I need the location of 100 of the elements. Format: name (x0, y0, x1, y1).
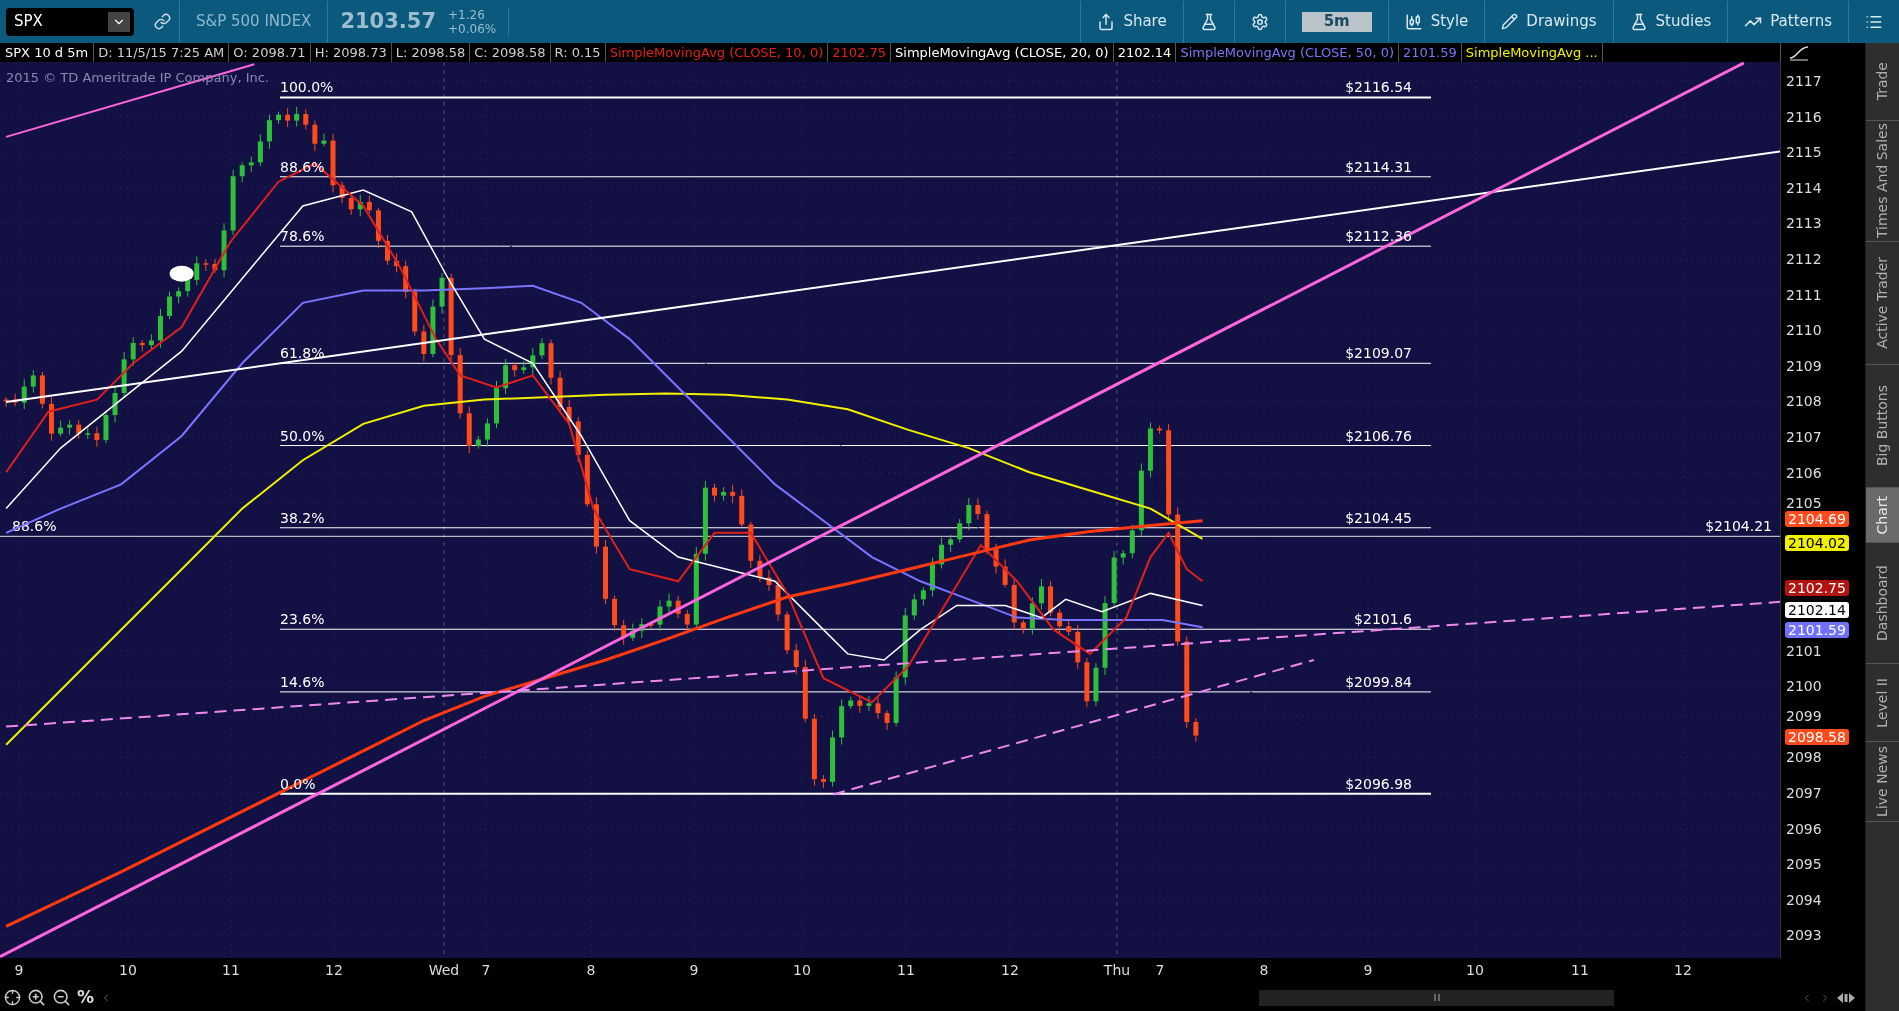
candlestick (512, 362, 518, 378)
percent-button[interactable]: % (77, 984, 95, 1011)
price-tick: 2096 (1786, 820, 1822, 837)
symbol-field[interactable]: SPX (6, 7, 134, 36)
candlestick (339, 181, 345, 204)
percent-change: +0.06% (448, 21, 497, 36)
fibonacci-percent: 61.8% (280, 345, 325, 362)
candlestick (230, 169, 236, 236)
candlestick (1029, 596, 1035, 636)
side-tab[interactable]: Trade (1866, 43, 1899, 121)
candlestick (412, 288, 418, 337)
grip-icon[interactable] (1433, 994, 1440, 1001)
aggregation-button[interactable]: 5m (1301, 11, 1372, 32)
candlestick (775, 578, 781, 622)
candlestick (975, 497, 981, 521)
candlestick (203, 258, 209, 272)
candlestick (385, 234, 390, 266)
candlestick-icon (1404, 12, 1423, 31)
candlestick (821, 774, 826, 789)
candlestick (1093, 662, 1099, 707)
candlestick (875, 696, 881, 720)
candlestick (157, 308, 163, 349)
candlestick (357, 194, 363, 217)
fibonacci-price: $2104.45 (1345, 509, 1412, 526)
price-tick: 2100 (1786, 678, 1822, 695)
time-label: 8 (586, 962, 596, 978)
link-icon (154, 13, 171, 30)
candlestick (276, 111, 282, 125)
time-label: Wed (428, 962, 460, 978)
price-tick: 2116 (1786, 108, 1822, 125)
candlestick (294, 106, 300, 127)
drawings-button[interactable]: Drawings (1484, 0, 1613, 43)
candlestick (494, 380, 499, 429)
candlestick (1147, 422, 1153, 478)
price-badge: 2101.59 (1785, 621, 1849, 638)
candlestick (612, 595, 618, 632)
candlestick (730, 484, 736, 504)
crosshair-icon[interactable] (4, 989, 21, 1006)
side-tab[interactable]: Chart (1866, 488, 1899, 543)
price-tick: 2110 (1786, 322, 1822, 339)
candlestick (884, 709, 890, 731)
candlestick (257, 133, 263, 167)
price-tick: 2106 (1786, 464, 1822, 481)
candlestick (148, 333, 154, 350)
time-label: 11 (1571, 962, 1589, 978)
side-tab[interactable]: Live News (1866, 742, 1899, 822)
candlestick (248, 156, 254, 173)
side-tab[interactable]: Active Trader (1866, 242, 1899, 365)
candlestick (603, 539, 608, 605)
line-label: 88.6% (12, 518, 57, 535)
fibonacci-price: $2096.98 (1345, 775, 1412, 792)
candlestick (593, 496, 599, 555)
candlestick (321, 133, 327, 147)
candlestick (375, 207, 381, 249)
zoom-out-icon[interactable] (52, 988, 71, 1007)
candlestick (112, 387, 118, 423)
side-tab[interactable]: Times And Sales (1866, 121, 1899, 242)
settings-icon (1250, 12, 1269, 31)
candlestick (911, 593, 917, 621)
fibonacci-percent: 38.2% (280, 509, 325, 526)
candlestick (1057, 608, 1063, 634)
candlestick (766, 569, 772, 592)
candlestick (630, 623, 636, 642)
candlestick (421, 324, 427, 362)
time-label: 12 (325, 962, 343, 978)
side-tab[interactable]: Level II (1866, 664, 1899, 742)
candlestick (1048, 580, 1054, 617)
fibonacci-price: $2114.31 (1345, 158, 1412, 175)
zoom-in-icon[interactable] (27, 988, 46, 1007)
candlestick (67, 419, 73, 436)
price-tick: 2111 (1786, 286, 1822, 303)
expand-icon[interactable] (1837, 991, 1855, 1004)
candlestick (21, 378, 27, 410)
candlestick (857, 695, 863, 714)
studies-button[interactable]: Studies (1612, 0, 1728, 43)
time-label: 12 (1001, 962, 1019, 978)
fibonacci-price: $2099.84 (1345, 673, 1412, 690)
style-button[interactable]: Style (1387, 0, 1485, 43)
side-tab[interactable]: Big Buttons (1866, 365, 1899, 488)
candlestick (793, 643, 799, 675)
candlestick (121, 351, 127, 398)
candlestick (757, 554, 763, 583)
candlestick (1066, 619, 1072, 636)
price-tick: 2101 (1786, 642, 1822, 659)
symbol-description: S&P 500 INDEX (180, 0, 329, 43)
candlestick (1084, 657, 1090, 708)
pencil-icon (1501, 13, 1519, 30)
share-button[interactable]: Share (1080, 0, 1183, 43)
time-label: 11 (897, 962, 915, 978)
price-tick: 2095 (1786, 856, 1822, 873)
dropdown-icon[interactable] (108, 11, 130, 32)
marker-dot (169, 265, 194, 282)
candlestick (475, 435, 481, 450)
side-tab[interactable]: Dashboard (1866, 543, 1899, 664)
candlestick (366, 195, 372, 215)
scrollbar[interactable] (1259, 989, 1615, 1006)
price-style-icon[interactable] (1789, 44, 1809, 61)
time-label: 10 (1466, 962, 1484, 978)
candlestick (784, 610, 790, 655)
patterns-button[interactable]: Patterns (1727, 0, 1848, 43)
